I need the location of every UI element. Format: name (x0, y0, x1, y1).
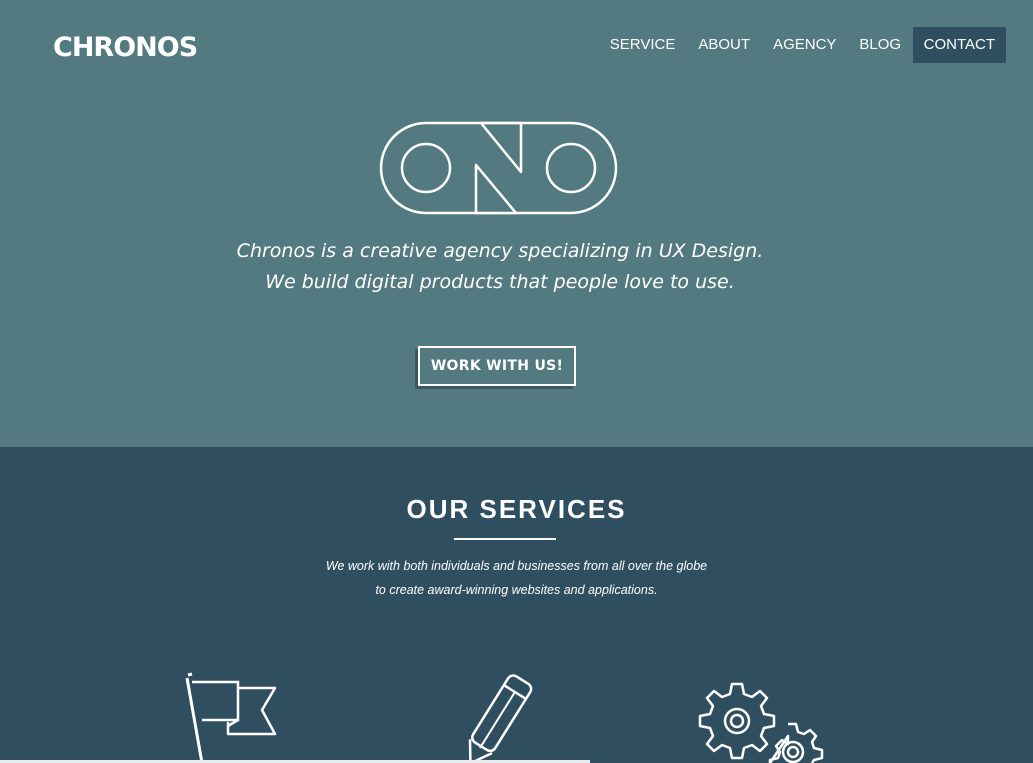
nav-item-agency[interactable]: AGENCY (762, 27, 848, 63)
pencil-icon (468, 674, 533, 763)
services-title: OUR SERVICES (406, 494, 627, 524)
hero-section: CHRONOS SERVICE ABOUT AGENCY BLOG CONTAC… (0, 0, 1033, 447)
nav-item-contact[interactable]: CONTACT (912, 27, 1006, 63)
nav-item-service[interactable]: SERVICE (598, 27, 687, 63)
tagline-line-1: Chronos is a creative agency specializin… (236, 240, 764, 262)
tagline-line-2: We build digital products that people lo… (265, 271, 735, 293)
work-with-us-button[interactable]: WORK WITH US! (418, 346, 576, 386)
main-nav: SERVICE ABOUT AGENCY BLOG CONTACT (598, 27, 1006, 63)
nav-item-blog[interactable]: BLOG (848, 27, 913, 63)
services-desc-line-1: We work with both individuals and busine… (325, 559, 708, 573)
title-underline (454, 538, 556, 540)
chrono-emblem-icon (379, 121, 618, 215)
nav-item-about[interactable]: ABOUT (687, 27, 762, 63)
services-desc-line-2: to create award-winning websites and app… (375, 583, 658, 597)
gears-icon (698, 682, 824, 763)
logo[interactable]: CHRONOS (53, 32, 198, 63)
flag-icon (185, 672, 277, 763)
